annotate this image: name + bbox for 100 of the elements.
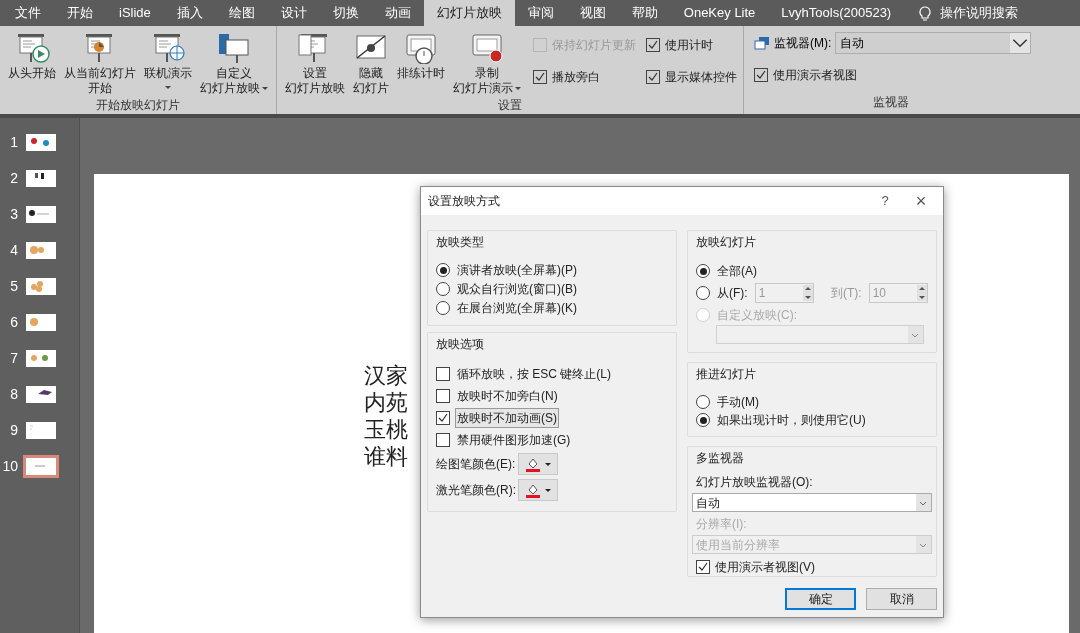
radio-label: 全部(A) bbox=[717, 263, 757, 281]
ribbon-tab[interactable]: 幻灯片放映 bbox=[423, 0, 515, 26]
checkbox[interactable] bbox=[533, 70, 547, 84]
search-label[interactable]: 操作说明搜索 bbox=[940, 3, 1019, 23]
ribbon-tab[interactable]: iSlide bbox=[106, 0, 164, 26]
radio-button[interactable] bbox=[436, 282, 450, 296]
radio-button[interactable] bbox=[436, 300, 450, 315]
dialog-title: 设置放映方式 bbox=[428, 193, 501, 210]
button-label: 录制 bbox=[475, 66, 499, 81]
slide-number: 7 bbox=[9, 348, 18, 368]
slide-thumbnail[interactable] bbox=[26, 169, 56, 187]
slide-number: 2 bbox=[9, 168, 18, 188]
ribbon-tab[interactable]: 文件 bbox=[2, 0, 54, 26]
group-title: 多监视器 bbox=[696, 450, 745, 467]
radio-button[interactable] bbox=[696, 413, 710, 427]
ribbon-tab[interactable]: LvyhTools(200523) bbox=[768, 0, 905, 26]
slide-thumbnail[interactable] bbox=[26, 277, 56, 295]
button-label: 开始 bbox=[88, 81, 112, 96]
slide-number: 10 bbox=[1, 456, 18, 476]
checkbox[interactable] bbox=[436, 433, 450, 448]
button-label: 幻灯片放映 bbox=[200, 81, 260, 96]
slide-number: 9 bbox=[9, 420, 18, 440]
radio-button[interactable] bbox=[696, 395, 710, 409]
slide-thumbnail[interactable] bbox=[26, 421, 56, 439]
stopwatch-icon bbox=[403, 32, 439, 64]
group-title: 推进幻灯片 bbox=[696, 366, 757, 383]
spinner-arrows-icon bbox=[917, 285, 927, 301]
dialog-button[interactable]: 确定 bbox=[785, 588, 856, 610]
ribbon-tab[interactable]: 审阅 bbox=[514, 0, 567, 26]
checkbox[interactable] bbox=[754, 68, 768, 82]
checkbox-label: 使用演示者视图 bbox=[773, 67, 857, 84]
caret-icon bbox=[545, 488, 551, 492]
button-label: 从头开始 bbox=[8, 66, 56, 81]
checkbox-label: 使用演示者视图(V) bbox=[715, 559, 815, 576]
ribbon-button[interactable]: 排练计时 bbox=[395, 32, 447, 81]
checkbox[interactable] bbox=[696, 560, 710, 574]
checkbox[interactable] bbox=[436, 367, 450, 382]
radio-label: 手动(M) bbox=[717, 394, 759, 411]
checkbox-label: 循环放映，按 ESC 键终止(L) bbox=[456, 366, 612, 384]
ribbon-tab[interactable]: 动画 bbox=[371, 0, 424, 26]
close-button[interactable]: × bbox=[899, 187, 943, 215]
radio-label: 如果出现计时，则使用它(U) bbox=[717, 412, 866, 429]
slide-text-line: 内苑 bbox=[364, 389, 408, 416]
ribbon-button[interactable]: 自定义 幻灯片放映 bbox=[198, 32, 270, 96]
slide-number: 1 bbox=[9, 132, 18, 152]
field-label: 到(T): bbox=[831, 285, 862, 302]
lightbulb-icon bbox=[918, 4, 933, 22]
ribbon-button[interactable]: 从当前幻灯片 开始 bbox=[62, 32, 138, 96]
ribbon-button[interactable]: 从头开始 bbox=[6, 32, 58, 81]
ribbon-button[interactable]: 录制 幻灯片演示 bbox=[451, 32, 523, 96]
chevron-down-icon bbox=[1010, 33, 1031, 53]
dialog-button[interactable]: 取消 bbox=[866, 588, 937, 610]
monitor-dropdown[interactable]: 自动 bbox=[692, 493, 932, 512]
ribbon-tab[interactable]: 视图 bbox=[566, 0, 619, 26]
chevron-down-icon bbox=[916, 536, 931, 553]
paint-bucket-icon bbox=[525, 456, 541, 473]
group-title: 放映类型 bbox=[436, 234, 485, 251]
slide-thumbnail[interactable] bbox=[26, 205, 56, 223]
ribbon-button[interactable]: 联机演示 bbox=[142, 32, 194, 89]
slide-text-line: 玉桃 bbox=[364, 416, 408, 443]
ribbon-button[interactable]: 隐藏 幻灯片 bbox=[351, 32, 391, 96]
ribbon-tab[interactable]: 开始 bbox=[54, 0, 106, 26]
slide-thumbnail[interactable] bbox=[26, 133, 56, 151]
record-icon bbox=[469, 32, 505, 64]
slide-thumbnail[interactable] bbox=[26, 241, 56, 259]
caret-icon bbox=[545, 462, 551, 466]
ribbon-tab[interactable]: 切换 bbox=[319, 0, 372, 26]
slide-thumbnail[interactable] bbox=[26, 313, 56, 331]
color-picker-button[interactable] bbox=[518, 479, 558, 502]
checkbox[interactable] bbox=[646, 38, 660, 52]
slide-thumbnail[interactable] bbox=[26, 385, 56, 403]
ribbon-tab[interactable]: 设计 bbox=[267, 0, 320, 26]
ribbon-tab[interactable]: 绘图 bbox=[215, 0, 268, 26]
slide-number: 4 bbox=[9, 240, 18, 260]
checkbox-label: 放映时不加旁白(N) bbox=[456, 388, 559, 406]
radio-label: 在展台浏览(全屏幕)(K) bbox=[457, 299, 577, 317]
group-title: 放映选项 bbox=[436, 336, 485, 353]
slide-thumbnail[interactable] bbox=[26, 457, 56, 475]
group-label: 设置 bbox=[497, 97, 523, 114]
slide-number: 5 bbox=[9, 276, 18, 296]
radio-button[interactable] bbox=[696, 264, 710, 279]
checkbox-label: 禁用硬件图形加速(G) bbox=[456, 432, 572, 450]
checkbox[interactable] bbox=[436, 389, 450, 404]
slide-number: 3 bbox=[9, 204, 18, 224]
ribbon-tab[interactable]: OneKey Lite bbox=[670, 0, 769, 26]
ribbon-button[interactable]: 设置 幻灯片放映 bbox=[283, 32, 347, 96]
help-button[interactable]: ? bbox=[871, 191, 899, 211]
radio-button[interactable] bbox=[436, 263, 450, 278]
ribbon-tab[interactable]: 插入 bbox=[163, 0, 216, 26]
ribbon-tab[interactable]: 帮助 bbox=[618, 0, 671, 26]
button-label: 幻灯片 bbox=[353, 81, 389, 96]
monitor-label: 监视器(M): bbox=[774, 35, 832, 52]
checkbox[interactable] bbox=[646, 70, 660, 84]
spinner-arrows-icon bbox=[803, 285, 813, 301]
color-picker-button[interactable] bbox=[518, 453, 558, 476]
radio-button[interactable] bbox=[696, 286, 710, 300]
monitor-dropdown[interactable]: 自动 bbox=[835, 32, 1032, 54]
slide-thumbnail[interactable] bbox=[26, 349, 56, 367]
radio-label: 观众自行浏览(窗口)(B) bbox=[457, 281, 577, 298]
checkbox[interactable] bbox=[436, 411, 450, 426]
